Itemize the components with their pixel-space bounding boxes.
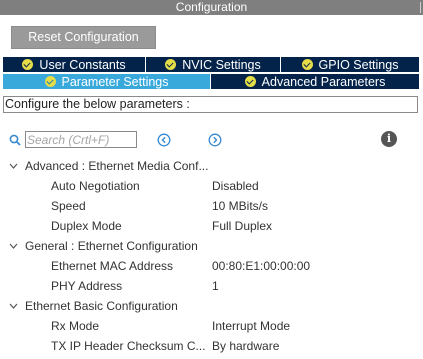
tab-gpio-settings[interactable]: GPIO Settings: [281, 57, 419, 72]
tree-param-row[interactable]: TX IP Header Checksum C... By hardware: [0, 336, 423, 356]
tab-row-2: Parameter Settings Advanced Parameters: [3, 74, 419, 89]
chevron-down-icon: [9, 163, 18, 169]
tab-label: GPIO Settings: [318, 57, 399, 72]
search-input[interactable]: [25, 131, 137, 148]
chevron-down-icon: [9, 303, 18, 309]
tree-param-row[interactable]: PHY Address 1: [0, 276, 423, 296]
param-value: Interrupt Mode: [212, 319, 291, 333]
tree-group-label: Advanced : Ethernet Media Conf...: [25, 159, 209, 173]
check-circle-icon: [22, 59, 34, 70]
param-name: Ethernet MAC Address: [51, 259, 174, 273]
param-value: 00:80:E1:00:00:00: [212, 259, 311, 273]
tab-parameter-settings[interactable]: Parameter Settings: [3, 74, 211, 89]
tab-label: Advanced Parameters: [261, 74, 386, 89]
param-value: 10 MBits/s: [212, 199, 269, 213]
check-circle-icon: [301, 59, 313, 70]
param-name: Speed: [51, 199, 86, 213]
tree-group-ethernet-media[interactable]: Advanced : Ethernet Media Conf...: [0, 156, 423, 176]
tree-group-ethernet-basic[interactable]: Ethernet Basic Configuration: [0, 296, 423, 316]
window-title-bar: Configuration: [0, 0, 423, 15]
tree-param-row[interactable]: Rx Mode Interrupt Mode: [0, 316, 423, 336]
title-bar-edge: [420, 2, 421, 13]
check-circle-icon: [165, 59, 177, 70]
arrow-right-circle-icon[interactable]: [208, 133, 222, 147]
tree-group-label: Ethernet Basic Configuration: [25, 299, 178, 313]
info-icon[interactable]: i: [381, 131, 397, 147]
tab-nvic-settings[interactable]: NVIC Settings: [146, 57, 281, 72]
param-name: Duplex Mode: [51, 219, 122, 233]
chevron-down-icon: [9, 243, 18, 249]
param-name: TX IP Header Checksum C...: [51, 339, 206, 353]
tree-param-row[interactable]: Speed 10 MBits/s: [0, 196, 423, 216]
check-circle-icon: [244, 76, 256, 87]
param-value: Disabled: [212, 179, 259, 193]
tab-label: NVIC Settings: [182, 57, 261, 72]
reset-configuration-button[interactable]: Reset Configuration: [11, 26, 156, 49]
param-value: By hardware: [212, 339, 280, 353]
param-value: Full Duplex: [212, 219, 273, 233]
param-name: Auto Negotiation: [51, 179, 140, 193]
search-icon[interactable]: [9, 134, 21, 146]
arrow-left-circle-icon[interactable]: [157, 133, 171, 147]
param-name: PHY Address: [51, 279, 123, 293]
tab-label: Parameter Settings: [61, 74, 169, 89]
tree-param-row[interactable]: Duplex Mode Full Duplex: [0, 216, 423, 236]
tree-group-label: General : Ethernet Configuration: [25, 239, 198, 253]
tab-advanced-parameters[interactable]: Advanced Parameters: [211, 74, 419, 89]
tree-param-row[interactable]: Auto Negotiation Disabled: [0, 176, 423, 196]
tree-param-row[interactable]: Ethernet MAC Address 00:80:E1:00:00:00: [0, 256, 423, 276]
tree-group-general-ethernet[interactable]: General : Ethernet Configuration: [0, 236, 423, 256]
param-value: 1: [212, 279, 219, 293]
tab-label: User Constants: [39, 57, 126, 72]
check-circle-icon: [44, 76, 56, 87]
configure-hint: Configure the below parameters :: [3, 96, 418, 113]
tab-user-constants[interactable]: User Constants: [3, 57, 146, 72]
param-name: Rx Mode: [51, 319, 100, 333]
window-title: Configuration: [175, 0, 248, 14]
tab-row-1: User Constants NVIC Settings GPIO Settin…: [3, 57, 419, 72]
